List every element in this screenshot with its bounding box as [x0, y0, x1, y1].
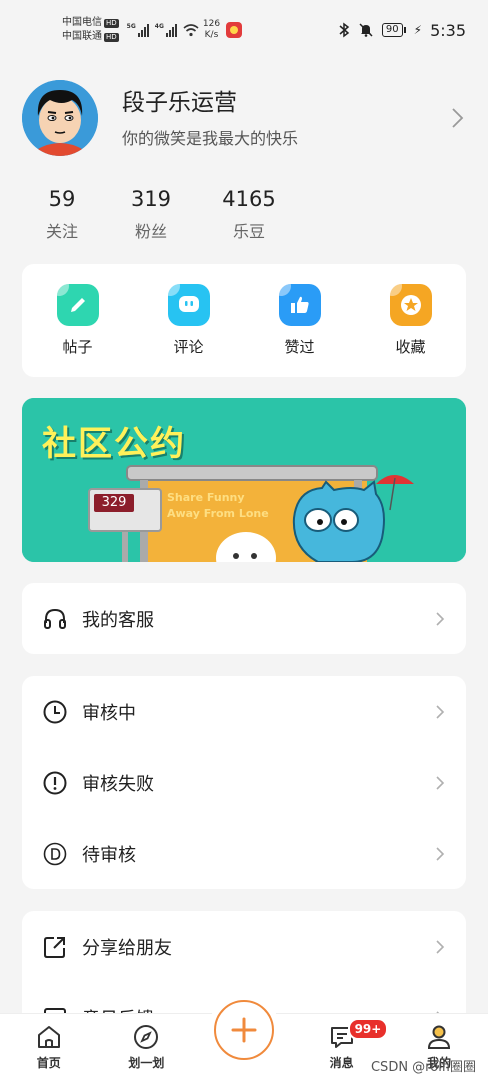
chevron-right-icon	[436, 611, 445, 626]
stat-followers[interactable]: 319 粉丝	[102, 184, 200, 244]
star-icon	[389, 284, 432, 326]
menu-item-under-review[interactable]: 审核中	[22, 676, 466, 747]
bus-stop-sign: 329	[88, 488, 162, 532]
profile-text: 段子乐运营 你的微笑是我最大的快乐	[122, 87, 448, 149]
shortcut-label: 评论	[173, 338, 204, 356]
wifi-icon	[183, 24, 199, 37]
menu-item-pending-review[interactable]: 待审核	[22, 818, 466, 889]
battery-icon: 90	[381, 23, 406, 37]
hd-badge: HD	[104, 18, 119, 28]
banner-tagline: Share Funny Away From Lone	[167, 490, 269, 522]
shortcut-label: 赞过	[284, 338, 315, 356]
chevron-right-icon	[436, 939, 445, 954]
add-post-button[interactable]	[214, 1000, 274, 1060]
status-bar: 中国电信 HD 中国联通 HD 5G 4G 126 K/s 90 ⚡ 5:35	[0, 0, 488, 60]
menu-group-review: 审核中 审核失败 待审核	[22, 676, 466, 889]
stat-ledou[interactable]: 4165 乐豆	[200, 184, 298, 244]
banner-title: 社区公约	[42, 424, 186, 464]
avatar[interactable]	[22, 80, 98, 156]
nav-messages[interactable]: 99+ 消息	[302, 1014, 389, 1071]
clock-time: 5:35	[430, 20, 466, 40]
headphones-icon	[44, 608, 66, 629]
nav-label: 消息	[329, 1056, 354, 1070]
chat-face-icon	[167, 284, 210, 326]
signal-group: 5G 4G	[127, 23, 199, 37]
hd-badge: HD	[104, 32, 119, 42]
clock-icon	[43, 700, 67, 723]
shortcut-favorites[interactable]: 收藏	[371, 284, 451, 357]
chevron-right-icon	[436, 775, 445, 790]
chevron-right-icon	[436, 704, 445, 719]
compass-icon	[134, 1025, 159, 1049]
carrier-1: 中国电信	[62, 17, 102, 28]
app-notification-icon	[226, 22, 243, 38]
feedback-icon	[44, 1007, 66, 1013]
chevron-right-icon[interactable]	[448, 106, 466, 130]
nav-label: 首页	[36, 1056, 61, 1070]
tagline-line-1: Share Funny	[167, 491, 245, 504]
menu-label: 审核中	[82, 702, 136, 724]
stat-label: 乐豆	[232, 222, 265, 241]
menu-label: 待审核	[82, 844, 136, 866]
carriers: 中国电信 HD 中国联通 HD	[62, 16, 119, 44]
plus-icon	[231, 1017, 257, 1043]
menu-label: 分享给朋友	[82, 937, 172, 959]
home-icon	[37, 1026, 60, 1048]
community-banner[interactable]: 社区公约 329 Share Funny Away From Lone	[22, 398, 466, 562]
menu-item-review-failed[interactable]: 审核失败	[22, 747, 466, 818]
stat-value: 59	[48, 187, 76, 211]
signal-icon: 4G	[155, 23, 177, 37]
menu-label: 审核失败	[82, 773, 154, 795]
stat-value: 319	[130, 187, 172, 211]
menu-label: 我的客服	[82, 609, 154, 631]
bio: 你的微笑是我最大的快乐	[122, 129, 299, 148]
shortcut-label: 收藏	[395, 338, 426, 356]
shortcut-label: 帖子	[62, 338, 93, 356]
shortcut-liked[interactable]: 赞过	[260, 284, 340, 357]
menu-group-share: 分享给朋友 意见反馈	[22, 911, 466, 1013]
nav-home[interactable]: 首页	[9, 1014, 89, 1071]
charging-icon: ⚡	[413, 23, 423, 37]
shortcut-comments[interactable]: 评论	[149, 284, 229, 357]
menu-item-share[interactable]: 分享给朋友	[22, 911, 466, 982]
thumbs-up-icon	[278, 284, 321, 326]
user-icon	[428, 1025, 451, 1049]
nav-label: 划一划	[128, 1056, 165, 1070]
chevron-right-icon	[436, 846, 445, 861]
stat-label: 关注	[45, 222, 78, 241]
stat-following[interactable]: 59 关注	[22, 184, 102, 244]
exclamation-circle-icon	[43, 771, 67, 794]
bluetooth-icon	[339, 22, 350, 38]
share-icon	[44, 936, 65, 958]
pencil-icon	[56, 284, 99, 326]
status-left: 中国电信 HD 中国联通 HD 5G 4G 126 K/s	[62, 16, 243, 44]
shortcut-posts[interactable]: 帖子	[38, 284, 118, 357]
shortcuts-card: 帖子 评论 赞过 收藏	[22, 264, 466, 377]
nickname: 段子乐运营	[122, 90, 237, 116]
sign-number: 329	[94, 494, 134, 512]
carrier-2: 中国联通	[62, 31, 102, 42]
stat-label: 粉丝	[134, 222, 167, 241]
message-count-badge: 99+	[347, 1018, 389, 1040]
d-circle-icon	[43, 842, 67, 865]
mute-icon	[359, 23, 373, 37]
nav-explore[interactable]: 划一划	[106, 1014, 186, 1071]
menu-item-customer-service[interactable]: 我的客服	[22, 583, 466, 654]
stats-row: 59 关注 319 粉丝 4165 乐豆	[22, 184, 322, 244]
menu-group-support: 我的客服	[22, 583, 466, 654]
profile-header[interactable]: 段子乐运营 你的微笑是我最大的快乐	[22, 78, 466, 158]
watermark: CSDN @rolfi圈圈	[370, 1060, 476, 1075]
stat-value: 4165	[222, 187, 276, 211]
tagline-line-2: Away From Lone	[167, 507, 269, 520]
signal-icon: 5G	[127, 23, 149, 37]
network-speed: 126 K/s	[202, 19, 221, 40]
status-right: 90 ⚡ 5:35	[338, 21, 466, 40]
